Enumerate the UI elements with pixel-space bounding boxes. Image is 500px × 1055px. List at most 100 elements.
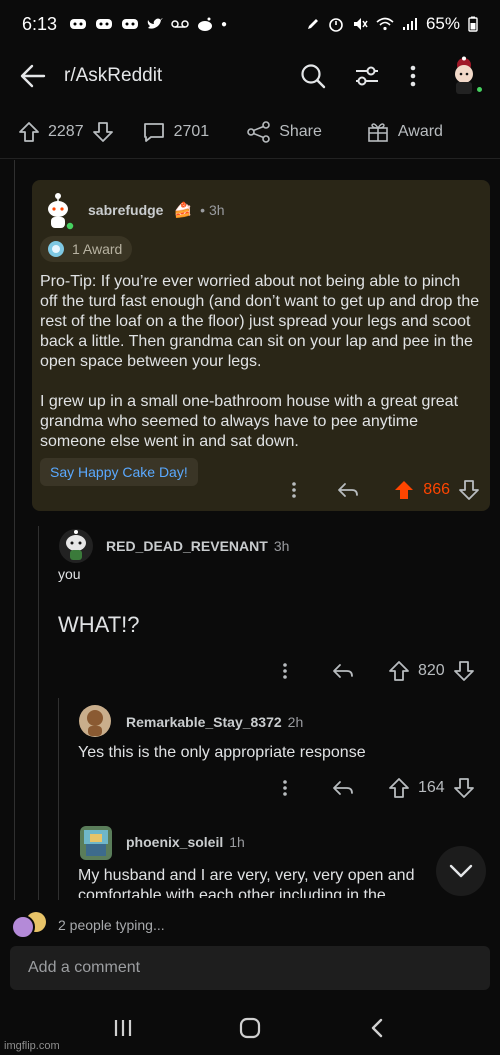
downvote-arrow-icon[interactable] bbox=[453, 660, 475, 682]
comment-username[interactable]: sabrefudge bbox=[88, 202, 163, 218]
pen-icon bbox=[307, 19, 318, 29]
user-avatar[interactable] bbox=[446, 56, 484, 96]
highlighted-comment: sabrefudge 🍰 • 3h 1 Award Pro-Tip: If yo… bbox=[32, 180, 490, 511]
comment-score: 866 bbox=[423, 481, 450, 498]
reply-arrow-icon[interactable] bbox=[337, 481, 359, 499]
cake-day-icon: 🍰 bbox=[173, 202, 193, 219]
thread-line bbox=[38, 526, 39, 900]
default-avatar-icon bbox=[79, 705, 111, 737]
thread-line bbox=[14, 160, 15, 900]
upvote-arrow-icon[interactable] bbox=[388, 660, 410, 682]
commenter-avatar[interactable] bbox=[78, 824, 114, 860]
pixel-art-avatar-icon bbox=[80, 826, 112, 860]
watermark: imgflip.com bbox=[4, 1040, 60, 1052]
recent-apps-icon[interactable] bbox=[112, 1017, 134, 1039]
more-options-button[interactable] bbox=[398, 61, 428, 91]
award-button[interactable]: Award bbox=[366, 121, 443, 143]
online-status-dot bbox=[475, 85, 484, 94]
more-dots-icon[interactable] bbox=[282, 778, 288, 798]
cake-day-button[interactable]: Say Happy Cake Day! bbox=[40, 458, 198, 486]
comment-body-shout: WHAT!? bbox=[58, 612, 140, 637]
voicemail-icon bbox=[171, 20, 189, 28]
search-button[interactable] bbox=[298, 61, 328, 91]
downvote-arrow-icon[interactable] bbox=[458, 479, 480, 501]
upvote-arrow-icon[interactable] bbox=[18, 121, 40, 143]
post-action-bar: 2287 2701 Share Award bbox=[0, 110, 500, 154]
system-icons: 65% bbox=[306, 14, 478, 34]
discord-icon bbox=[70, 19, 87, 29]
comment-footer: 820 bbox=[282, 660, 475, 682]
award-medal-icon bbox=[48, 241, 64, 257]
comment-timestamp: 1h bbox=[229, 834, 245, 850]
thread-line bbox=[58, 698, 59, 900]
mute-icon bbox=[353, 18, 368, 30]
battery-level: 65% bbox=[425, 14, 460, 33]
back-icon[interactable] bbox=[366, 1017, 388, 1039]
commenter-avatar[interactable] bbox=[58, 528, 94, 564]
discord-icon bbox=[122, 19, 139, 29]
post-vote-controls: 2287 bbox=[18, 121, 114, 143]
nested-reply-comment: phoenix_soleil 1h My husband and I are v… bbox=[78, 822, 448, 898]
comment-header: RED_DEAD_REVENANT 3h bbox=[58, 526, 488, 566]
subreddit-title[interactable]: r/AskReddit bbox=[64, 65, 274, 87]
comment-score: 820 bbox=[418, 662, 445, 679]
more-dots-icon[interactable] bbox=[291, 480, 297, 500]
gift-award-icon bbox=[368, 123, 388, 142]
nested-reply-comment: Remarkable_Stay_8372 2h Yes this is the … bbox=[78, 702, 488, 762]
comment-header: sabrefudge 🍰 • 3h bbox=[40, 190, 482, 231]
twitter-icon bbox=[147, 18, 164, 29]
downvote-arrow-icon[interactable] bbox=[453, 777, 475, 799]
reply-comment: RED_DEAD_REVENANT 3h you WHAT!? bbox=[58, 526, 488, 638]
sliders-icon bbox=[356, 66, 378, 86]
comment-body: My husband and I are very, very, very op… bbox=[78, 867, 415, 898]
more-dot-icon: ● bbox=[221, 18, 228, 30]
comment-timestamp: 3h bbox=[273, 538, 290, 554]
notification-icons: ● bbox=[69, 17, 227, 31]
share-icon bbox=[247, 121, 270, 143]
sort-filter-button[interactable] bbox=[352, 61, 382, 91]
typing-avatars-icon bbox=[11, 912, 46, 939]
add-comment-input[interactable]: Add a comment bbox=[10, 946, 490, 990]
search-icon bbox=[301, 64, 326, 89]
reply-arrow-icon[interactable] bbox=[332, 779, 354, 797]
comment-username[interactable]: RED_DEAD_REVENANT bbox=[106, 538, 268, 554]
comments-button[interactable]: 2701 bbox=[142, 121, 210, 143]
back-arrow-icon[interactable] bbox=[18, 61, 48, 91]
alarm-icon bbox=[329, 18, 343, 32]
share-label: Share bbox=[279, 123, 322, 140]
comment-timestamp: • 3h bbox=[200, 202, 225, 218]
upvote-arrow-icon[interactable] bbox=[388, 777, 410, 799]
snoo-avatar-icon bbox=[59, 529, 93, 563]
comment-body: Pro-Tip: If you’re ever worried about no… bbox=[40, 273, 480, 450]
system-navigation-bar bbox=[0, 1000, 500, 1055]
award-label: Award bbox=[397, 123, 443, 140]
more-dots-icon[interactable] bbox=[282, 661, 288, 681]
snoo-avatar-icon bbox=[48, 193, 75, 231]
reply-arrow-icon[interactable] bbox=[332, 662, 354, 680]
comment-username[interactable]: phoenix_soleil bbox=[126, 834, 223, 850]
comment-body: Yes this is the only appropriate respons… bbox=[78, 744, 366, 761]
comment-header: phoenix_soleil 1h bbox=[78, 822, 448, 862]
commenter-avatar[interactable] bbox=[78, 704, 114, 740]
downvote-arrow-icon[interactable] bbox=[92, 121, 114, 143]
vertical-dots-icon bbox=[410, 65, 416, 87]
scroll-down-button[interactable] bbox=[436, 846, 486, 896]
comment-username[interactable]: Remarkable_Stay_8372 bbox=[126, 714, 282, 730]
status-bar: 6:13 ● 65% bbox=[0, 0, 500, 48]
comment-bubble-icon bbox=[143, 123, 164, 142]
comment-header: Remarkable_Stay_8372 2h bbox=[78, 702, 488, 742]
battery-icon bbox=[468, 16, 478, 32]
comment-footer: 164 bbox=[282, 777, 475, 799]
upvote-filled-icon[interactable] bbox=[393, 479, 415, 501]
reddit-notification-icon bbox=[198, 17, 213, 31]
commenter-avatar[interactable] bbox=[40, 192, 76, 231]
comment-count: 2701 bbox=[173, 123, 210, 140]
chevron-down-icon bbox=[449, 864, 473, 878]
award-count: 1 Award bbox=[72, 241, 123, 257]
share-button[interactable]: Share bbox=[247, 121, 322, 143]
signal-icon bbox=[402, 18, 417, 30]
home-icon[interactable] bbox=[238, 1016, 262, 1040]
post-vote-count: 2287 bbox=[48, 123, 84, 140]
discord-icon bbox=[96, 19, 113, 29]
award-badge[interactable]: 1 Award bbox=[40, 236, 133, 262]
